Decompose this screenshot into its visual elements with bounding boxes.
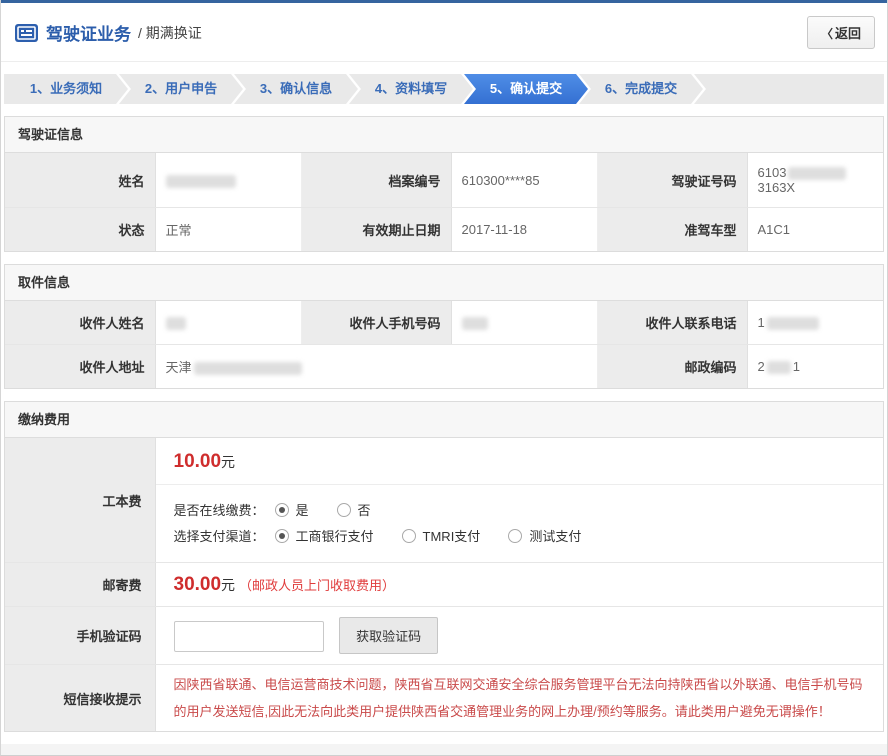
postage-fee-amount: 30.00 bbox=[174, 574, 222, 595]
sms-notice-label: 短信接收提示 bbox=[5, 665, 155, 732]
address-value: 天津 bbox=[155, 345, 597, 389]
archive-no-label: 档案编号 bbox=[301, 153, 451, 208]
page-title: 驾驶证业务 bbox=[46, 20, 131, 45]
table-row: 收件人姓名 收件人手机号码 收件人联系电话 1 bbox=[5, 301, 883, 345]
get-code-button[interactable]: 获取验证码 bbox=[339, 617, 438, 654]
step-1-notice[interactable]: 1、业务须知 bbox=[4, 74, 128, 104]
status-value: 正常 bbox=[155, 208, 301, 252]
archive-no-value: 610300****85 bbox=[451, 153, 597, 208]
address-label: 收件人地址 bbox=[5, 345, 155, 389]
pickup-info-title: 取件信息 bbox=[5, 265, 883, 301]
name-value bbox=[155, 153, 301, 208]
page-header: 驾驶证业务 / 期满换证 〈返回 bbox=[1, 3, 887, 62]
page-container: 驾驶证业务 / 期满换证 〈返回 1、业务须知 2、用户申告 3、确认信息 4、… bbox=[0, 0, 888, 756]
license-no-value: 61033163X bbox=[747, 153, 883, 208]
back-button[interactable]: 〈返回 bbox=[807, 16, 875, 49]
production-fee-row: 工本费 10.00元 是否在线缴费： 是 否 选择支付渠道： 工商银行支付 bbox=[5, 438, 883, 563]
pay-channel-question: 选择支付渠道： 工商银行支付 TMRI支付 测试支付 bbox=[174, 526, 866, 545]
channel-tmri-option[interactable]: TMRI支付 bbox=[402, 526, 481, 545]
redacted-name bbox=[166, 175, 236, 188]
postcode-value: 21 bbox=[747, 345, 883, 389]
step-4-fill-data[interactable]: 4、资料填写 bbox=[349, 74, 473, 104]
radio-checked-icon[interactable] bbox=[275, 503, 289, 517]
breadcrumb-current: 期满换证 bbox=[146, 25, 202, 41]
table-row: 姓名 档案编号 610300****85 驾驶证号码 61033163X bbox=[5, 153, 883, 208]
recipient-mobile-label: 收件人手机号码 bbox=[301, 301, 451, 345]
sms-code-row: 手机验证码 获取验证码 bbox=[5, 607, 883, 665]
breadcrumb-separator: / bbox=[138, 25, 142, 41]
table-row: 收件人地址 天津 邮政编码 21 bbox=[5, 345, 883, 389]
postage-fee-label: 邮寄费 bbox=[5, 563, 155, 607]
recipient-mobile-value bbox=[451, 301, 597, 345]
license-info-section: 驾驶证信息 姓名 档案编号 610300****85 驾驶证号码 6103316… bbox=[4, 116, 884, 252]
recipient-phone-value: 1 bbox=[747, 301, 883, 345]
redacted-recipient-phone bbox=[767, 317, 819, 330]
redacted-recipient-name bbox=[166, 317, 186, 330]
step-indicator: 1、业务须知 2、用户申告 3、确认信息 4、资料填写 5、确认提交 6、完成提… bbox=[4, 74, 884, 104]
postcode-label: 邮政编码 bbox=[597, 345, 747, 389]
redacted-recipient-mobile bbox=[462, 317, 488, 330]
expiry-value: 2017-11-18 bbox=[451, 208, 597, 252]
production-fee-amount-row: 10.00元 bbox=[156, 438, 884, 485]
radio-checked-icon[interactable] bbox=[275, 529, 289, 543]
step-bar-filler bbox=[694, 74, 884, 104]
online-pay-question: 是否在线缴费： 是 否 bbox=[174, 500, 866, 519]
sms-code-input[interactable] bbox=[174, 621, 324, 652]
chevron-left-icon: 〈 bbox=[821, 27, 833, 41]
channel-test-option[interactable]: 测试支付 bbox=[508, 526, 581, 545]
redacted-postcode bbox=[767, 361, 791, 374]
fees-table: 工本费 10.00元 是否在线缴费： 是 否 选择支付渠道： 工商银行支付 bbox=[5, 438, 883, 731]
postage-fee-note: （邮政人员上门收取费用） bbox=[239, 578, 395, 593]
payment-options: 是否在线缴费： 是 否 选择支付渠道： 工商银行支付 TMRI支付 测试支付 bbox=[156, 485, 884, 562]
recipient-phone-label: 收件人联系电话 bbox=[597, 301, 747, 345]
online-pay-yes-option[interactable]: 是 bbox=[275, 500, 309, 519]
name-label: 姓名 bbox=[5, 153, 155, 208]
radio-unchecked-icon[interactable] bbox=[337, 503, 351, 517]
redacted-license-no bbox=[788, 167, 846, 180]
pickup-info-section: 取件信息 收件人姓名 收件人手机号码 收件人联系电话 1 收件人地址 天津 邮政… bbox=[4, 264, 884, 389]
production-fee-label: 工本费 bbox=[5, 438, 155, 563]
fees-title: 缴纳费用 bbox=[5, 402, 883, 438]
license-no-label: 驾驶证号码 bbox=[597, 153, 747, 208]
online-pay-question-label: 是否在线缴费： bbox=[174, 500, 265, 519]
redacted-address bbox=[194, 362, 302, 375]
breadcrumb: / 期满换证 bbox=[138, 23, 202, 43]
vehicle-class-value: A1C1 bbox=[747, 208, 883, 252]
footer-bar: 上一步 完成 bbox=[1, 744, 887, 756]
vehicle-class-label: 准驾车型 bbox=[597, 208, 747, 252]
online-pay-no-option[interactable]: 否 bbox=[337, 500, 371, 519]
step-5-confirm-submit[interactable]: 5、确认提交 bbox=[464, 74, 588, 104]
sms-code-label: 手机验证码 bbox=[5, 607, 155, 665]
sms-notice-row: 短信接收提示 因陕西省联通、电信运营商技术问题，陕西省互联网交通安全综合服务管理… bbox=[5, 665, 883, 732]
radio-unchecked-icon[interactable] bbox=[508, 529, 522, 543]
license-info-table: 姓名 档案编号 610300****85 驾驶证号码 61033163X 状态 … bbox=[5, 153, 883, 251]
fees-section: 缴纳费用 工本费 10.00元 是否在线缴费： 是 否 bbox=[4, 401, 884, 732]
license-info-title: 驾驶证信息 bbox=[5, 117, 883, 153]
radio-unchecked-icon[interactable] bbox=[402, 529, 416, 543]
channel-icbc-option[interactable]: 工商银行支付 bbox=[275, 526, 374, 545]
production-fee-unit: 元 bbox=[221, 454, 235, 470]
step-6-finish[interactable]: 6、完成提交 bbox=[579, 74, 703, 104]
postage-fee-value: 30.00元 （邮政人员上门收取费用） bbox=[155, 563, 883, 607]
postage-fee-row: 邮寄费 30.00元 （邮政人员上门收取费用） bbox=[5, 563, 883, 607]
step-2-declaration[interactable]: 2、用户申告 bbox=[119, 74, 243, 104]
production-fee-amount: 10.00 bbox=[174, 451, 222, 472]
pay-channel-question-label: 选择支付渠道： bbox=[174, 526, 265, 545]
step-3-confirm-info[interactable]: 3、确认信息 bbox=[234, 74, 358, 104]
pickup-info-table: 收件人姓名 收件人手机号码 收件人联系电话 1 收件人地址 天津 邮政编码 21 bbox=[5, 301, 883, 388]
license-card-icon bbox=[15, 24, 38, 42]
table-row: 状态 正常 有效期止日期 2017-11-18 准驾车型 A1C1 bbox=[5, 208, 883, 252]
expiry-label: 有效期止日期 bbox=[301, 208, 451, 252]
recipient-name-label: 收件人姓名 bbox=[5, 301, 155, 345]
postage-fee-unit: 元 bbox=[221, 577, 235, 593]
status-label: 状态 bbox=[5, 208, 155, 252]
sms-notice-text: 因陕西省联通、电信运营商技术问题，陕西省互联网交通安全综合服务管理平台无法向持陕… bbox=[156, 665, 884, 731]
recipient-name-value bbox=[155, 301, 301, 345]
